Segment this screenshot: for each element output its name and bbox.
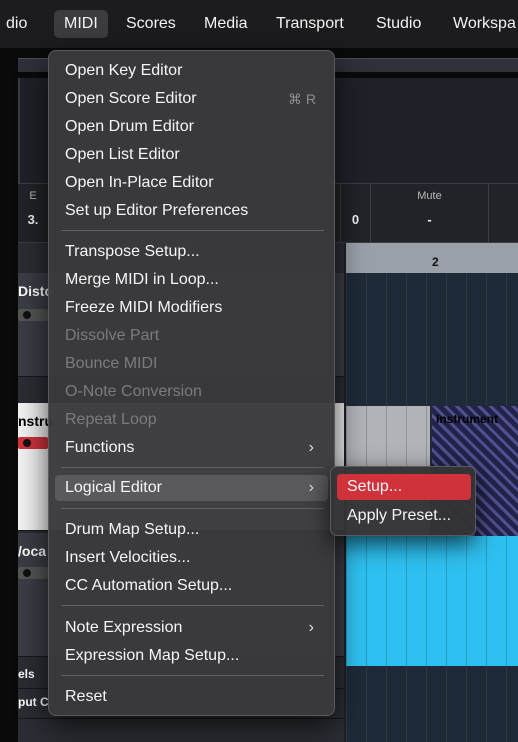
menu-item-open-in-place-editor[interactable]: Open In-Place Editor [55, 170, 328, 196]
menu-item-expression-map-setup[interactable]: Expression Map Setup... [55, 643, 328, 669]
mute-value: - [427, 212, 432, 227]
timeline-ruler[interactable]: 2 [346, 243, 518, 273]
menu-item-cc-automation-setup[interactable]: CC Automation Setup... [55, 573, 328, 599]
menu-item-open-list-editor[interactable]: Open List Editor [55, 142, 328, 168]
info-cell-label: E [29, 190, 37, 202]
submenu-item-setup[interactable]: Setup... [337, 474, 471, 500]
menu-separator [61, 230, 324, 231]
menubar-item-media[interactable]: Media [194, 10, 258, 38]
info-cell-offset[interactable]: 0 [340, 184, 370, 244]
menu-item-logical-editor[interactable]: Logical Editor › [55, 475, 328, 501]
menu-item-label: Dissolve Part [65, 327, 160, 344]
menu-item-open-score-editor[interactable]: Open Score Editor ⌘ R [55, 86, 328, 112]
menu-item-drum-map-setup[interactable]: Drum Map Setup... [55, 517, 328, 543]
part-label: Instrument [436, 412, 499, 426]
menu-item-label: O-Note Conversion [65, 383, 202, 400]
menu-item-label: Functions [65, 439, 135, 456]
info-cell-start[interactable]: E 3. [18, 184, 48, 244]
menu-item-label: Set up Editor Preferences [65, 202, 249, 219]
midi-menu: Open Key Editor Open Score Editor ⌘ R Ope… [48, 50, 335, 716]
menubar-item-workspaces[interactable]: Workspa [443, 10, 518, 38]
menu-item-label: Open Score Editor [65, 90, 197, 107]
menubar-item-audio[interactable]: dio [0, 10, 37, 38]
menu-item-reset[interactable]: Reset [55, 684, 328, 710]
track-label: put C [18, 695, 49, 709]
menu-item-transpose-setup[interactable]: Transpose Setup... [55, 239, 328, 265]
menubar-item-scores[interactable]: Scores [116, 10, 186, 38]
mute-label: Mute [417, 190, 442, 202]
menu-item-label: CC Automation Setup... [65, 577, 233, 594]
menu-bar: dio MIDI Scores Media Transport Studio W… [0, 0, 518, 48]
track-record-button[interactable] [18, 567, 48, 579]
chevron-right-icon: › [308, 439, 314, 456]
chevron-right-icon: › [308, 619, 314, 636]
ruler-bar-label: 2 [432, 255, 439, 269]
menu-item-label: Transpose Setup... [65, 243, 200, 260]
menu-item-merge-midi-in-loop[interactable]: Merge MIDI in Loop... [55, 267, 328, 293]
menu-item-label: Drum Map Setup... [65, 521, 200, 538]
menu-item-label: Bounce MIDI [65, 355, 158, 372]
info-cell-value: 0 [351, 212, 360, 227]
menu-item-freeze-midi-modifiers[interactable]: Freeze MIDI Modifiers [55, 295, 328, 321]
menu-separator [61, 467, 324, 468]
menu-item-label: Freeze MIDI Modifiers [65, 299, 223, 316]
menu-item-label: Note Expression [65, 619, 183, 636]
shortcut-label: ⌘ R [288, 91, 316, 107]
menu-item-label: Logical Editor [65, 479, 162, 496]
menu-item-repeat-loop: Repeat Loop [55, 407, 328, 433]
menu-separator [61, 675, 324, 676]
menu-item-bounce-midi: Bounce MIDI [55, 351, 328, 377]
menu-separator [61, 605, 324, 606]
info-cell-value: 3. [27, 212, 39, 227]
menu-separator [61, 508, 324, 509]
menu-item-functions[interactable]: Functions › [55, 435, 328, 461]
menu-item-label: Merge MIDI in Loop... [65, 271, 219, 288]
menu-item-label: Open Drum Editor [65, 118, 194, 135]
menu-item-note-expression[interactable]: Note Expression › [55, 615, 328, 641]
track-record-button[interactable] [18, 437, 48, 449]
menubar-item-transport[interactable]: Transport [266, 10, 354, 38]
audio-part[interactable] [346, 536, 518, 666]
info-cell-mute[interactable]: Mute - [370, 184, 488, 244]
menu-item-dissolve-part: Dissolve Part [55, 323, 328, 349]
menu-item-open-key-editor[interactable]: Open Key Editor [55, 58, 328, 84]
logical-editor-submenu: Setup... Apply Preset... [330, 466, 476, 536]
menubar-item-midi[interactable]: MIDI [54, 10, 108, 38]
menu-item-label: Reset [65, 688, 107, 705]
track-record-button[interactable] [18, 309, 48, 321]
info-cell-next [488, 184, 518, 244]
menu-item-open-drum-editor[interactable]: Open Drum Editor [55, 114, 328, 140]
submenu-item-apply-preset[interactable]: Apply Preset... [337, 503, 471, 529]
menu-item-label: Open In-Place Editor [65, 174, 214, 191]
track-name: /oca [18, 543, 47, 559]
submenu-item-label: Apply Preset... [347, 507, 452, 524]
menu-item-label: Insert Velocities... [65, 549, 191, 566]
menu-item-label: Expression Map Setup... [65, 647, 240, 664]
chevron-right-icon: › [308, 479, 314, 496]
menu-item-o-note-conversion: O-Note Conversion [55, 379, 328, 405]
submenu-item-label: Setup... [347, 478, 403, 495]
menu-item-label: Repeat Loop [65, 411, 157, 428]
menu-item-insert-velocities[interactable]: Insert Velocities... [55, 545, 328, 571]
menu-item-editor-preferences[interactable]: Set up Editor Preferences [55, 198, 328, 224]
menubar-item-studio[interactable]: Studio [366, 10, 431, 38]
menu-item-label: Open List Editor [65, 146, 180, 163]
menu-item-label: Open Key Editor [65, 62, 183, 79]
track-label: els [18, 667, 35, 681]
